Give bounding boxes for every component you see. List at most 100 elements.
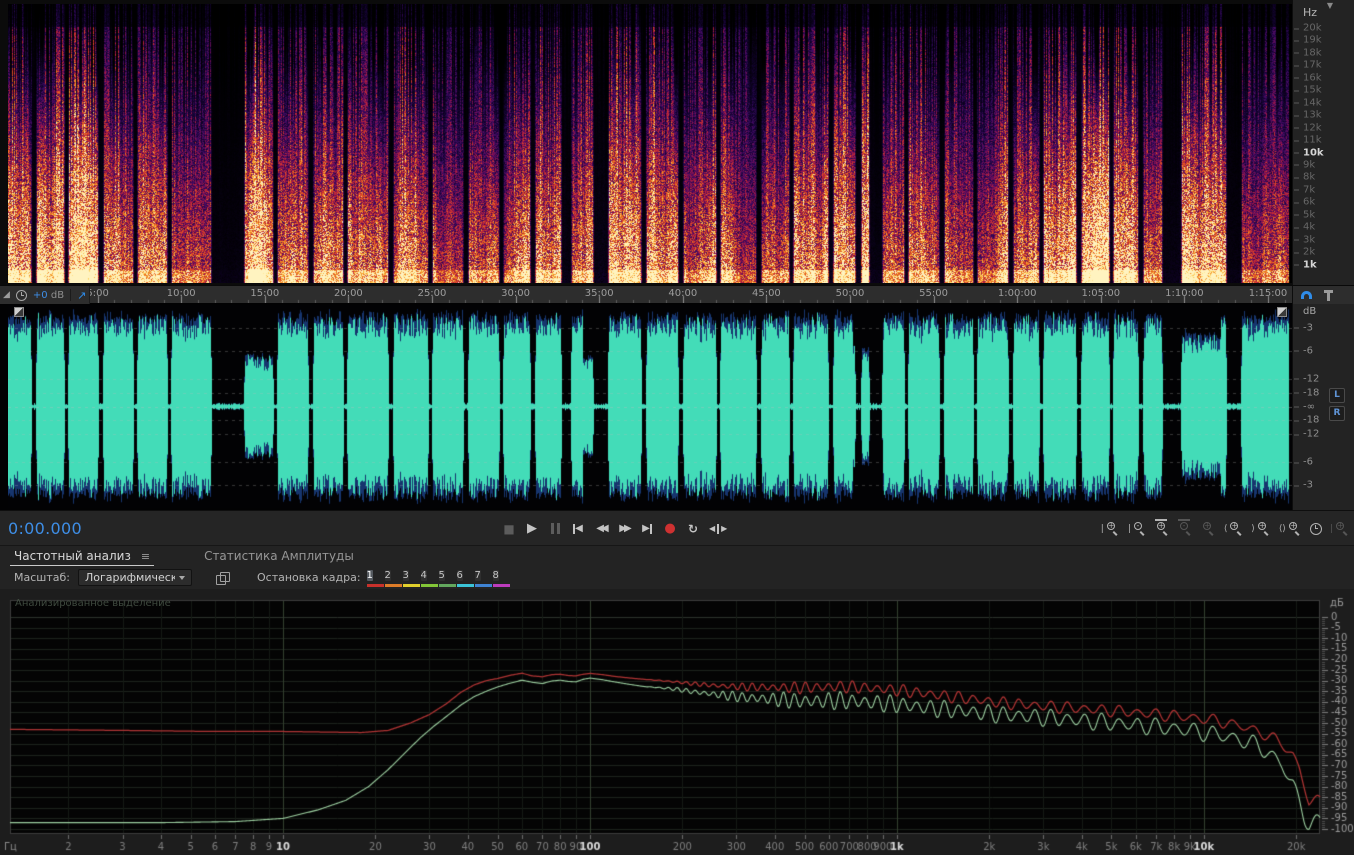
- fade-in-handle[interactable]: [14, 307, 24, 317]
- frame-hold-button-4[interactable]: 4: [420, 568, 438, 587]
- marker-arrow-icon[interactable]: ↗: [77, 290, 86, 301]
- gain-db-unit: dB: [47, 289, 65, 301]
- scale-label: Масштаб:: [14, 571, 70, 584]
- frame-hold-color: [456, 584, 474, 587]
- tab-amplitude-statistics[interactable]: Статистика Амплитуды: [198, 547, 360, 567]
- zoom-selection-left-button[interactable]: ⟨ +: [1224, 520, 1244, 538]
- copy-graph-button[interactable]: [215, 571, 230, 585]
- ruler-toolbar: ◢ +0 dB ↗: [0, 286, 90, 304]
- skip-to-start-button[interactable]: ◀: [571, 520, 585, 538]
- db-tick-0: -3: [1294, 322, 1313, 334]
- frame-hold-button-7[interactable]: 7: [474, 568, 492, 587]
- rewind-button[interactable]: ◀◀: [594, 520, 609, 538]
- transport-buttons: ■ ▶ ◀ ◀◀ ▶▶ ▶ ● ↻ ◀ ▶: [502, 511, 727, 546]
- skip-to-end-button[interactable]: ▶: [640, 520, 654, 538]
- tab-frequency-analysis[interactable]: Частотный анализ ≡: [8, 547, 156, 567]
- spectrogram-display[interactable]: [8, 4, 1292, 283]
- freq-tick-18k: 18k: [1294, 47, 1322, 59]
- panel-menu-icon[interactable]: ≡: [141, 550, 150, 563]
- frequency-plot[interactable]: [0, 589, 1354, 855]
- freq-tick-2k: 2k: [1293, 246, 1316, 258]
- frame-hold-button-2[interactable]: 2: [384, 568, 402, 587]
- tab-label: Частотный анализ: [14, 549, 131, 563]
- frame-hold-label: Остановка кадра:: [256, 571, 361, 584]
- frame-hold-color: [366, 584, 384, 587]
- ruler-right-tools: [1292, 286, 1354, 304]
- scale-select[interactable]: Логарифмический: [77, 569, 192, 586]
- clock-icon[interactable]: [15, 289, 27, 301]
- fade-out-handle[interactable]: [1277, 307, 1287, 317]
- timer-button[interactable]: [1309, 520, 1322, 538]
- frame-hold-color: [384, 584, 402, 587]
- timeline-ruler[interactable]: 5:00 10:00 15:00 20:00 25:00 30:00 35:00 40:00 4…: [0, 285, 1354, 305]
- time-label-20:00: 20:00: [333, 288, 363, 299]
- frame-hold-button-1[interactable]: 1: [366, 568, 384, 587]
- frame-hold-number: 8: [492, 570, 499, 581]
- frame-hold-button-3[interactable]: 3: [402, 568, 420, 587]
- db-tick-3: -18: [1293, 387, 1320, 399]
- freq-tick-14k: 14k: [1294, 97, 1322, 109]
- zoom-selection-right-button[interactable]: ⟩ +: [1251, 520, 1271, 538]
- record-button[interactable]: ●: [663, 520, 677, 538]
- freq-tick-6k: 6k: [1293, 196, 1316, 208]
- loop-playback-button[interactable]: ↻: [686, 520, 700, 538]
- amplitude-scale: dB -3 -6 -12 -18 -∞ -18 -12 -6 -3 L R: [1292, 303, 1354, 510]
- time-label-1:10:00: 1:10:00: [1165, 288, 1204, 299]
- zoom-in-time-button[interactable]: | +: [1101, 520, 1120, 538]
- audio-editor-window: ▼ Hz 20k 19k 18k 17k 16k 15k 14k 13k 12k 11k 10k 9k…: [0, 0, 1354, 855]
- pause-button[interactable]: [548, 520, 562, 538]
- play-button[interactable]: ▶: [525, 520, 539, 538]
- analyzed-selection-label: Анализированное выделение: [15, 598, 171, 609]
- channel-button-R[interactable]: R: [1329, 406, 1345, 421]
- frame-hold-number: 3: [402, 570, 409, 581]
- gain-value[interactable]: +0 dB: [33, 290, 64, 301]
- spectrogram-panel: ▼ Hz 20k 19k 18k 17k 16k 15k 14k 13k 12k 11k 10k 9k…: [0, 0, 1354, 285]
- time-label-50:00: 50:00: [835, 288, 865, 299]
- chevron-down-icon: [178, 575, 185, 580]
- freq-tick-12k: 12k: [1294, 122, 1322, 134]
- zoom-to-selection-button[interactable]: ⟨⟩ +: [1279, 520, 1302, 538]
- time-label-10:00: 10:00: [166, 288, 196, 299]
- skip-selection-button[interactable]: ◀ ▶: [709, 520, 727, 538]
- transport-bar: 0:00.000 ■ ▶ ◀ ◀◀ ▶▶ ▶ ● ↻ ◀ ▶ | + | - + - + ⟨ + ⟩ + ⟨⟩ + | +: [0, 510, 1354, 546]
- channel-button-L[interactable]: L: [1329, 388, 1345, 403]
- freq-tick-17k: 17k: [1294, 59, 1322, 71]
- reset-zoom-button[interactable]: +: [1201, 520, 1216, 538]
- zoom-full-button[interactable]: | +: [1330, 520, 1349, 538]
- frequency-scale: ▼ Hz 20k 19k 18k 17k 16k 15k 14k 13k 12k 11k 10k 9k…: [1292, 0, 1354, 285]
- freq-tick-11k: 11k: [1294, 134, 1322, 146]
- time-label-55:00: 55:00: [919, 288, 949, 299]
- stop-button[interactable]: ■: [502, 520, 516, 538]
- db-tick-4: -∞: [1294, 401, 1315, 412]
- db-tick-1: -6: [1294, 345, 1313, 357]
- frame-hold-color: [420, 584, 438, 587]
- freq-tick-5k: 5k: [1293, 209, 1316, 221]
- freq-tick-13k: 13k: [1294, 109, 1322, 121]
- panel-collapse-icon[interactable]: ▼: [1327, 1, 1333, 10]
- freq-tick-1k: 1k: [1294, 259, 1317, 271]
- frame-hold-number: 7: [474, 570, 481, 581]
- frame-hold-button-8[interactable]: 8: [492, 568, 510, 587]
- frame-hold-number: 6: [456, 570, 463, 581]
- zoom-out-time-button[interactable]: | -: [1128, 520, 1147, 538]
- freq-tick-9k: 9k: [1293, 159, 1316, 171]
- zoom-in-amplitude-button[interactable]: +: [1154, 519, 1170, 538]
- frame-hold-color: [438, 584, 456, 587]
- waveform-display[interactable]: [8, 305, 1292, 508]
- frame-hold-number: 1: [366, 570, 373, 581]
- time-label-1:05:00: 1:05:00: [1081, 288, 1121, 299]
- frame-hold-number: 2: [384, 570, 391, 581]
- marker-pin-icon[interactable]: [1324, 289, 1333, 301]
- bottom-tabs: Частотный анализ ≡ Статистика Амплитуды: [0, 545, 1354, 567]
- db-tick-6: -12: [1293, 428, 1320, 440]
- snap-magnet-icon[interactable]: [1301, 291, 1312, 299]
- frequency-unit-label: Hz: [1303, 6, 1318, 19]
- fast-forward-button[interactable]: ▶▶: [617, 520, 632, 538]
- waveform-panel: dB -3 -6 -12 -18 -∞ -18 -12 -6 -3 L R: [0, 303, 1354, 510]
- time-display[interactable]: 0:00.000: [8, 511, 82, 546]
- frame-hold-button-6[interactable]: 6: [456, 568, 474, 587]
- zoom-out-amplitude-button[interactable]: -: [1177, 519, 1193, 538]
- frame-hold-button-5[interactable]: 5: [438, 568, 456, 587]
- db-tick-2: -12: [1293, 373, 1320, 385]
- envelope-icon[interactable]: ◢: [3, 290, 10, 300]
